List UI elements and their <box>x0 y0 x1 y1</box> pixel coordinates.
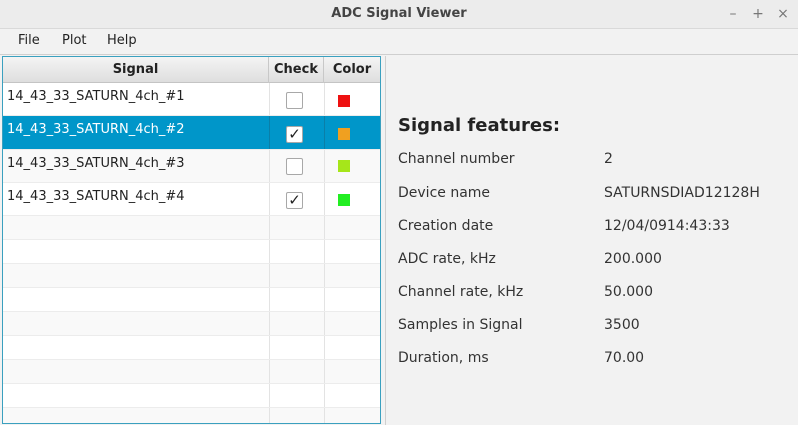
color-swatch[interactable] <box>338 160 350 172</box>
empty-row <box>3 312 380 336</box>
table-header: Signal Check Color <box>3 57 380 83</box>
feature-label: Channel number <box>398 151 515 167</box>
feature-value: SATURNSDIAD12128H <box>604 185 760 201</box>
color-swatch[interactable] <box>338 128 350 140</box>
column-header-color[interactable]: Color <box>324 57 380 83</box>
signal-checkbox[interactable] <box>286 158 303 175</box>
empty-row <box>3 288 380 312</box>
menu-help[interactable]: Help <box>107 33 137 48</box>
table-row[interactable]: 14_43_33_SATURN_4ch_#2 ✓ <box>3 116 380 150</box>
column-header-check[interactable]: Check <box>269 57 324 83</box>
feature-value: 12/04/0914:43:33 <box>604 218 730 234</box>
table-row[interactable]: 14_43_33_SATURN_4ch_#4 ✓ <box>3 183 380 216</box>
signal-name: 14_43_33_SATURN_4ch_#2 <box>7 122 185 137</box>
feature-value: 200.000 <box>604 251 662 267</box>
empty-row <box>3 216 380 240</box>
feature-value: 2 <box>604 151 613 167</box>
feature-value: 70.00 <box>604 350 645 366</box>
empty-row <box>3 240 380 264</box>
empty-row <box>3 408 380 423</box>
checkmark-icon: ✓ <box>288 191 301 209</box>
signal-checkbox[interactable] <box>286 92 303 109</box>
signal-name: 14_43_33_SATURN_4ch_#4 <box>7 189 185 204</box>
empty-row <box>3 336 380 360</box>
menu-bar: File Plot Help <box>0 29 798 55</box>
feature-value: 50.000 <box>604 284 653 300</box>
signal-checkbox[interactable]: ✓ <box>286 192 303 209</box>
feature-label: Device name <box>398 185 491 201</box>
title-bar: ADC Signal Viewer – + × <box>0 0 798 29</box>
window-title: ADC Signal Viewer <box>331 6 467 21</box>
color-swatch[interactable] <box>338 95 350 107</box>
table-row[interactable]: 14_43_33_SATURN_4ch_#3 <box>3 150 380 183</box>
minimize-icon[interactable]: – <box>723 4 743 24</box>
empty-row <box>3 264 380 288</box>
feature-label: Channel rate, kHz <box>398 284 524 300</box>
feature-label: Creation date <box>398 218 494 234</box>
feature-value: 3500 <box>604 317 640 333</box>
feature-label: ADC rate, kHz <box>398 251 496 267</box>
feature-label: Samples in Signal <box>398 317 523 333</box>
signal-features-panel: Signal features: Channel number 2 Device… <box>386 56 798 425</box>
empty-row <box>3 360 380 384</box>
menu-file[interactable]: File <box>18 33 40 48</box>
maximize-icon[interactable]: + <box>748 4 768 24</box>
close-icon[interactable]: × <box>773 4 793 24</box>
column-header-signal[interactable]: Signal <box>3 57 269 83</box>
table-row[interactable]: 14_43_33_SATURN_4ch_#1 <box>3 83 380 116</box>
signal-name: 14_43_33_SATURN_4ch_#1 <box>7 89 185 104</box>
checkmark-icon: ✓ <box>288 125 301 143</box>
color-swatch[interactable] <box>338 194 350 206</box>
signal-name: 14_43_33_SATURN_4ch_#3 <box>7 156 185 171</box>
empty-row <box>3 384 380 408</box>
features-title: Signal features: <box>398 115 561 136</box>
menu-plot[interactable]: Plot <box>62 33 87 48</box>
feature-label: Duration, ms <box>398 350 489 366</box>
signal-table: Signal Check Color 14_43_33_SATURN_4ch_#… <box>2 56 381 424</box>
signal-checkbox[interactable]: ✓ <box>286 126 303 143</box>
